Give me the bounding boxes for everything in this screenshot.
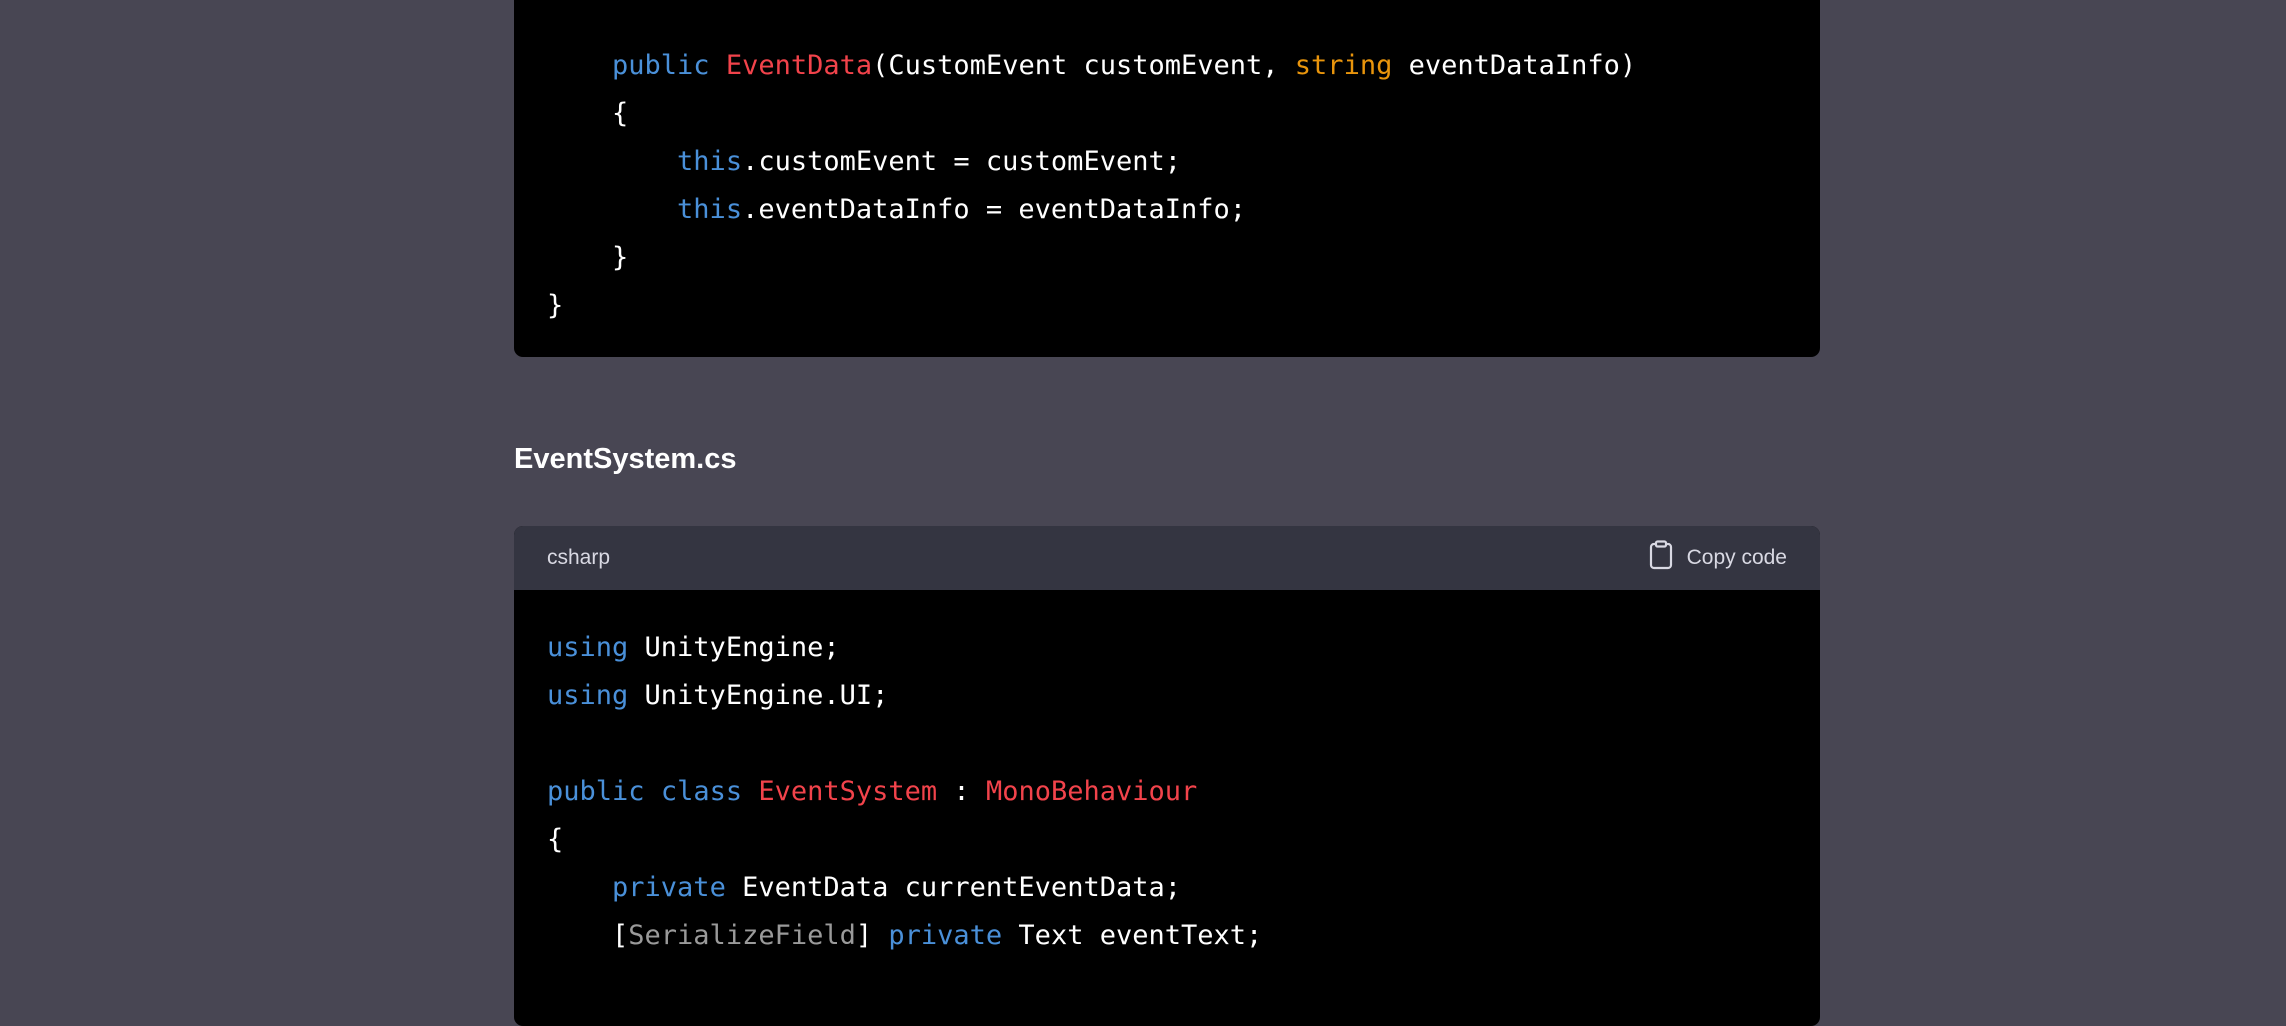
copy-code-label: Copy code: [1686, 546, 1787, 569]
code-token: public: [612, 50, 710, 81]
code-token: }: [547, 242, 629, 273]
code-token: .customEvent = customEvent;: [742, 146, 1181, 177]
code-block-eventsystem: csharp Copy code using UnityEngine; using…: [514, 526, 1820, 1026]
code-token: this: [677, 146, 743, 177]
language-label: csharp: [547, 546, 611, 569]
file-heading: EventSystem.cs: [514, 443, 737, 475]
code-token: using: [547, 632, 629, 663]
code-token: {: [547, 98, 629, 129]
code-line: this.customEvent = customEvent;: [547, 138, 1820, 186]
code-token: eventDataInfo): [1392, 50, 1637, 81]
code-token: EventData currentEventData;: [725, 872, 1181, 903]
code-line: }: [547, 234, 1820, 282]
code-token: .eventDataInfo = eventDataInfo;: [742, 194, 1246, 225]
code-token: class: [660, 776, 743, 807]
code-token: public: [547, 776, 645, 807]
code-token: EventData: [725, 50, 873, 81]
code-line: }: [547, 282, 1820, 330]
code-token: :: [937, 776, 986, 807]
code-token: using: [547, 680, 629, 711]
code-token: Text eventText;: [1002, 920, 1263, 951]
copy-code-button[interactable]: Copy code: [1649, 540, 1787, 576]
code-line: public class EventSystem : MonoBehaviour: [547, 768, 1820, 816]
code-line: using UnityEngine;: [547, 624, 1820, 672]
code-line: this.eventDataInfo = eventDataInfo;: [547, 186, 1820, 234]
code-token: SerializeField: [628, 920, 856, 951]
clipboard-icon: [1649, 540, 1673, 576]
code-content: using UnityEngine; using UnityEngine.UI; p…: [514, 590, 1820, 960]
code-token: MonoBehaviour: [985, 776, 1198, 807]
code-line: private EventData currentEventData;: [547, 864, 1820, 912]
code-token: ]: [855, 920, 889, 951]
code-line: public EventData(CustomEvent customEvent…: [547, 42, 1820, 90]
code-block-header: csharp Copy code: [514, 526, 1820, 590]
code-token: UnityEngine.UI;: [628, 680, 889, 711]
code-token: }: [547, 290, 564, 321]
code-line: {: [547, 816, 1820, 864]
code-token: string: [1294, 50, 1393, 81]
code-token: private: [612, 872, 726, 903]
code-line: using UnityEngine.UI;: [547, 672, 1820, 720]
code-token: private: [888, 920, 1003, 951]
code-token: {: [547, 824, 564, 855]
code-token: [: [547, 920, 629, 951]
code-token: UnityEngine;: [628, 632, 840, 663]
code-line: {: [547, 90, 1820, 138]
code-content: public EventData(CustomEvent customEvent…: [514, 0, 1820, 330]
code-token: EventSystem: [758, 776, 938, 807]
code-block-eventdata: public EventData(CustomEvent customEvent…: [514, 0, 1820, 357]
code-line: [SerializeField] private Text eventText;: [547, 912, 1820, 960]
code-token: (CustomEvent customEvent,: [872, 50, 1295, 81]
code-token: this: [677, 194, 743, 225]
